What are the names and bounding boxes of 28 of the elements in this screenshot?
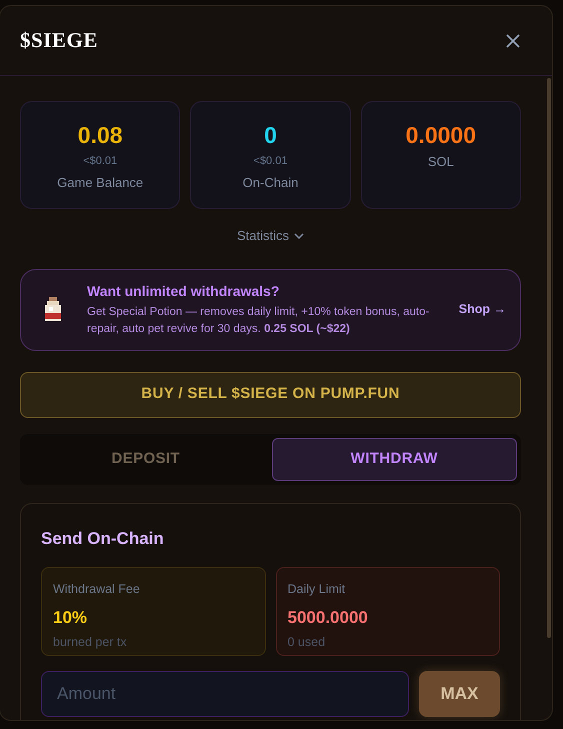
close-icon[interactable]: [506, 34, 520, 48]
dialog-title: $SIEGE: [20, 26, 98, 54]
info-value: 5000.0000: [288, 606, 369, 629]
potion-icon: [43, 296, 63, 322]
info-label: Daily Limit: [288, 581, 346, 598]
stat-usd: <$0.01: [254, 154, 288, 169]
promo-text: Get Special Potion — removes daily limit, +10% token bonus, auto-repair, auto pet revive for 30 days. 0.25 SOL (~$22): [87, 305, 430, 337]
info-note: 0 used: [288, 634, 326, 652]
tab[interactable]: DEPOSIT: [24, 438, 268, 480]
amount-field[interactable]: Amount: [41, 671, 409, 717]
chevron-icon: [294, 232, 304, 239]
stat-label: Game Balance: [57, 174, 144, 192]
shop-link[interactable]: Shop →: [458, 300, 506, 319]
stat-value: 0.08: [78, 121, 123, 149]
info-note: burned per tx: [53, 634, 128, 652]
statistics-toggle[interactable]: Statistics: [236, 226, 304, 246]
tab[interactable]: WITHDRAW: [272, 438, 517, 480]
stat-value: 0: [264, 121, 277, 149]
promo-title: Want unlimited withdrawals?: [87, 282, 280, 301]
info-label: Withdrawal Fee: [53, 581, 141, 598]
stat-usd: <$0.01: [83, 154, 118, 169]
send-title: Send On-Chain: [41, 528, 165, 550]
buy-sell-button[interactable]: BUY / SELL $SIEGE ON PUMP.FUN: [20, 372, 521, 418]
max-button[interactable]: MAX: [419, 671, 500, 717]
stat-label: SOL: [428, 153, 454, 171]
stat-label: On-Chain: [242, 174, 298, 192]
info-value: 10%: [53, 606, 88, 629]
stat-value: 0.0000: [406, 121, 476, 149]
